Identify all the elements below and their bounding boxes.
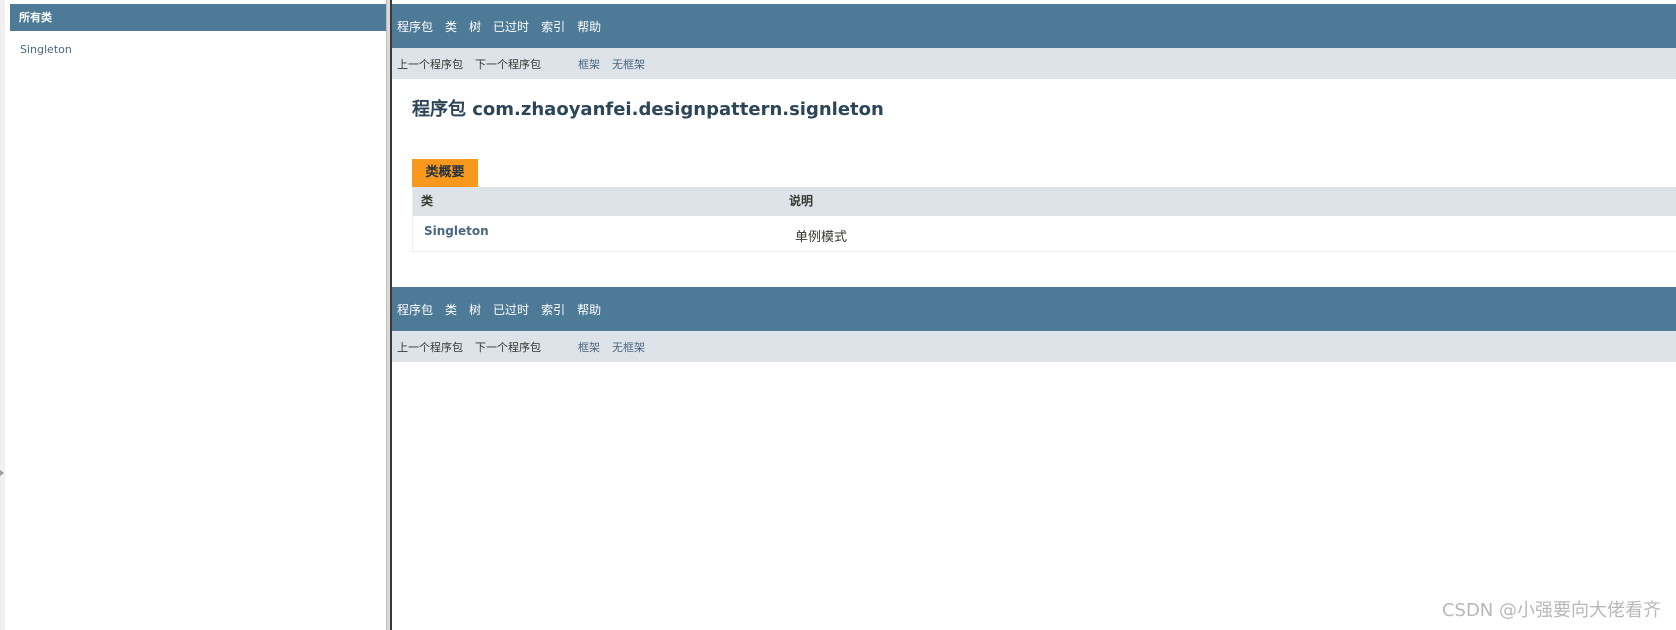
no-frames-link[interactable]: 无框架 — [612, 56, 645, 72]
javadoc-window: 所有类 Singleton 程序包 类 树 已过时 索引 帮助 上一个程序包 下… — [0, 0, 1676, 630]
nav-help[interactable]: 帮助 — [577, 18, 601, 35]
bottom-sub-nav-bar: 上一个程序包 下一个程序包 框架 无框架 — [392, 331, 1676, 362]
class-summary-table: 类 说明 Singleton 单例模式 — [412, 187, 1676, 252]
class-description: 单例模式 — [795, 230, 848, 245]
table-header-row: 类 说明 — [413, 187, 1676, 216]
page-title: 程序包 com.zhaoyanfei.designpattern.signlet… — [412, 99, 884, 120]
bottom-frames-link[interactable]: 框架 — [578, 339, 600, 355]
top-nav-bar: 程序包 类 树 已过时 索引 帮助 — [392, 4, 1676, 48]
column-header-class: 类 — [421, 194, 434, 208]
bottom-prev-package-label: 上一个程序包 — [397, 340, 463, 354]
class-summary-caption: 类概要 — [412, 159, 478, 187]
bottom-nav-tree[interactable]: 树 — [469, 301, 481, 318]
bottom-next-package-label: 下一个程序包 — [475, 340, 541, 354]
frame-toggle-arrow-icon[interactable] — [0, 470, 4, 476]
csdn-watermark: CSDN @小强要向大佬看齐 — [1441, 600, 1661, 621]
bottom-nav-bar: 程序包 类 树 已过时 索引 帮助 — [392, 287, 1676, 331]
prev-package-label: 上一个程序包 — [397, 57, 463, 71]
package-summary-frame: 程序包 类 树 已过时 索引 帮助 上一个程序包 下一个程序包 框架 无框架 程… — [392, 0, 1676, 630]
nav-index[interactable]: 索引 — [541, 18, 565, 35]
nav-package[interactable]: 程序包 — [397, 18, 433, 35]
sub-nav-bar: 上一个程序包 下一个程序包 框架 无框架 — [392, 48, 1676, 79]
bottom-nav-package[interactable]: 程序包 — [397, 301, 433, 318]
bottom-no-frames-link[interactable]: 无框架 — [612, 339, 645, 355]
bottom-nav-class[interactable]: 类 — [445, 301, 457, 318]
bottom-nav-index[interactable]: 索引 — [541, 301, 565, 318]
frames-link[interactable]: 框架 — [578, 56, 600, 72]
nav-class[interactable]: 类 — [445, 18, 457, 35]
column-header-description: 说明 — [789, 194, 814, 208]
bottom-nav-help[interactable]: 帮助 — [577, 301, 601, 318]
class-link-singleton[interactable]: Singleton — [20, 43, 72, 56]
nav-tree[interactable]: 树 — [469, 18, 481, 35]
table-row: Singleton 单例模式 — [413, 216, 1676, 251]
class-link-singleton-table[interactable]: Singleton — [424, 224, 489, 238]
all-classes-frame: 所有类 Singleton — [0, 0, 391, 630]
all-classes-header: 所有类 — [10, 4, 391, 31]
nav-deprecated[interactable]: 已过时 — [493, 18, 529, 35]
bottom-nav-deprecated[interactable]: 已过时 — [493, 301, 529, 318]
next-package-label: 下一个程序包 — [475, 57, 541, 71]
